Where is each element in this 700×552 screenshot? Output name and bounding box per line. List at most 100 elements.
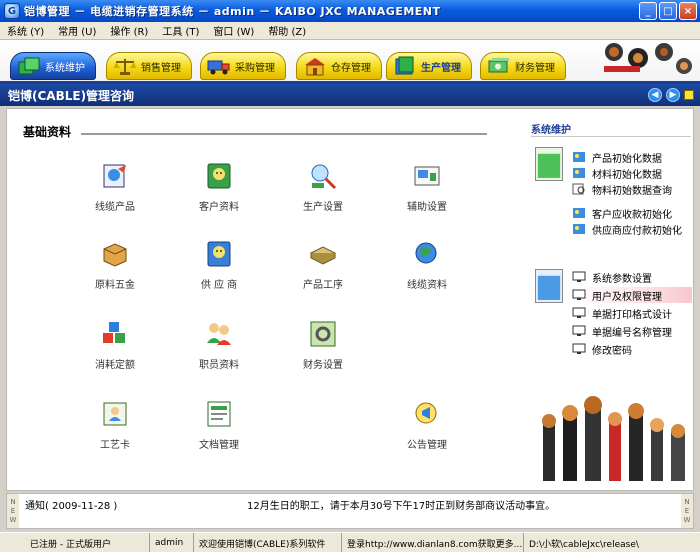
link-material-init[interactable]: 材料初始化数据 (572, 165, 662, 181)
green-card-icon (535, 147, 563, 181)
grid-item-label: 财务设置 (303, 360, 343, 371)
tab-label: 生产管理 (421, 62, 461, 74)
grid-item-consumption[interactable]: 消耗定额 (75, 319, 155, 371)
material-init-icon (573, 168, 585, 178)
pin-square-icon[interactable] (684, 90, 694, 100)
menu-window[interactable]: 窗口 (W) (206, 23, 261, 38)
section-title: 基础资料 (23, 125, 72, 139)
grid-item-label: 原料五金 (95, 280, 135, 291)
page-title: 铠博(CABLE)管理咨询 (8, 88, 135, 103)
grid-item-label: 工艺卡 (100, 440, 130, 451)
grid-item-announcement[interactable]: 公告管理 (387, 399, 467, 451)
nav-next-button[interactable]: ▶ (666, 88, 680, 102)
grid-item-auxiliary-settings[interactable]: 辅助设置 (387, 161, 467, 213)
status-welcome: 欢迎使用铠博(CABLE)系列软件 (194, 533, 342, 552)
link-payable-init[interactable]: 供应商应付款初始化 (572, 221, 682, 237)
nav-prev-button[interactable]: ◀ (648, 88, 662, 102)
link-system-params[interactable]: 系统参数设置 (572, 269, 652, 285)
link-material-query[interactable]: 物料初始数据查询 (572, 181, 672, 197)
grid-item-label: 消耗定额 (95, 360, 135, 371)
grid-item-process-card[interactable]: 工艺卡 (75, 399, 155, 451)
maximize-button[interactable]: □ (659, 2, 677, 20)
window-title: 铠博管理 － 电缆进销存管理系统 － admin － KAIBO JXC MAN… (24, 5, 441, 18)
supplier-file-icon (207, 241, 231, 267)
menu-tools[interactable]: 工具 (T) (155, 23, 206, 38)
monitor-icon (572, 325, 586, 336)
production-settings-icon (311, 164, 337, 190)
monitor-icon (572, 343, 586, 354)
tab-label: 仓存管理 (331, 62, 371, 74)
grid-item-label: 公告管理 (407, 440, 447, 451)
link-user-permissions[interactable]: 用户及权限管理 (572, 287, 692, 303)
receivable-init-icon (573, 208, 585, 218)
raw-material-box-icon (103, 243, 127, 267)
grid-item-label: 线缆资料 (407, 280, 447, 291)
status-bar: 已注册 - 正式版用户 admin 欢迎使用铠博(CABLE)系列软件 登录ht… (0, 532, 700, 552)
document-management-icon (207, 401, 231, 427)
grid-item-raw-material[interactable]: 原料五金 (75, 239, 155, 291)
status-login-link[interactable]: 登录http://www.dianlan8.com获取更多... (342, 533, 524, 552)
tab-label: 销售管理 (141, 62, 181, 74)
window-titlebar[interactable]: G 铠博管理 － 电缆进销存管理系统 － admin － KAIBO JXC M… (0, 0, 700, 22)
link-change-password[interactable]: 修改密码 (572, 341, 632, 357)
close-button[interactable]: × (679, 2, 697, 20)
tab-system-maintain[interactable]: 系统维护 (10, 52, 96, 80)
header-band: 铠博(CABLE)管理咨询 ◀ ▶ (0, 84, 700, 106)
menu-operation[interactable]: 操作 (R) (103, 23, 155, 38)
grid-item-finance-settings[interactable]: 财务设置 (283, 319, 363, 371)
notice-label: 通知( 2009-11-28 ) (25, 501, 118, 512)
minimize-button[interactable]: _ (639, 2, 657, 20)
auxiliary-settings-icon (414, 166, 440, 186)
tab-purchase[interactable]: 采购管理 (200, 52, 286, 80)
notice-message: 12月生日的职工，请于本月30号下午17时正到财务部商议活动事宜。 (247, 501, 556, 512)
finance-money-icon (488, 58, 509, 73)
grid-item-document-management[interactable]: 文档管理 (179, 399, 259, 451)
notice-panel: N E W 通知( 2009-11-28 ) 12月生日的职工，请于本月30号下… (6, 493, 694, 529)
grid-item-staff[interactable]: 职员资料 (179, 319, 259, 371)
grid-item-production-settings[interactable]: 生产设置 (283, 161, 363, 213)
right-panel-divider (531, 136, 691, 137)
grid-item-label: 客户资料 (199, 202, 239, 213)
staff-people-icon (207, 323, 231, 345)
cable-product-image (542, 396, 685, 481)
purchase-truck-icon (207, 60, 230, 75)
grid-item-supplier[interactable]: 供 应 商 (179, 239, 259, 291)
grid-item-product-process[interactable]: 产品工序 (283, 239, 363, 291)
cable-banner-image (604, 43, 692, 74)
grid-item-cable-product[interactable]: 线缆产品 (75, 161, 155, 213)
grid-item-label: 生产设置 (303, 202, 343, 213)
tab-production[interactable]: 生产管理 (386, 52, 472, 80)
menu-help[interactable]: 帮助 (Z) (261, 23, 313, 38)
link-receivable-init[interactable]: 客户应收款初始化 (572, 205, 672, 221)
tab-finance[interactable]: 财务管理 (480, 52, 566, 80)
consumption-cubes-icon (103, 322, 125, 343)
app-logo-icon: G (4, 3, 20, 19)
tab-label: 采购管理 (235, 62, 275, 74)
menu-bar: 系统 (Y) 常用 (U) 操作 (R) 工具 (T) 窗口 (W) 帮助 (Z… (0, 22, 700, 40)
link-product-init[interactable]: 产品初始化数据 (572, 149, 662, 165)
product-process-icon (309, 246, 337, 265)
warehouse-icon (305, 58, 325, 76)
link-number-names[interactable]: 单据编号名称管理 (572, 323, 672, 339)
menu-system[interactable]: 系统 (Y) (0, 23, 51, 38)
grid-item-label: 供 应 商 (200, 280, 238, 291)
payable-init-icon (573, 224, 585, 234)
grid-item-label: 线缆产品 (95, 202, 135, 213)
customer-file-icon (207, 163, 231, 189)
monitor-icon (572, 271, 586, 282)
menu-common[interactable]: 常用 (U) (51, 23, 103, 38)
tab-sales[interactable]: 销售管理 (106, 52, 192, 80)
grid-item-cable-info[interactable]: 线缆资料 (387, 239, 467, 291)
monitor-icon (572, 307, 586, 318)
link-print-format[interactable]: 单据打印格式设计 (572, 305, 672, 321)
tab-label: 系统维护 (45, 62, 85, 74)
tab-warehouse[interactable]: 仓存管理 (296, 52, 382, 80)
cable-info-globe-icon (415, 242, 437, 264)
search-doc-icon (572, 183, 585, 195)
process-card-icon (103, 402, 127, 426)
grid-item-label: 职员资料 (199, 360, 239, 371)
grid-item-label: 文档管理 (199, 440, 239, 451)
grid-item-customer[interactable]: 客户资料 (179, 161, 259, 213)
main-panel: 基础资料 线缆产品 客户资料 生产设置 辅助设置 原料五金 供 应 商 产品工序… (6, 108, 694, 491)
module-tab-strip: 系统维护 销售管理 采购管理 仓存管理 生产管理 财务管理 (0, 40, 700, 84)
